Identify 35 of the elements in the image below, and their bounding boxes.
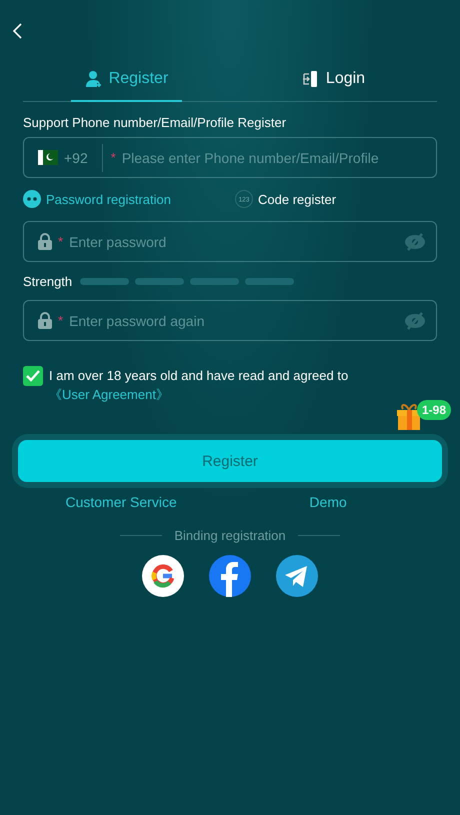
strength-segment: [80, 278, 130, 285]
user-agreement-link[interactable]: 《User Agreement》: [49, 387, 169, 402]
bonus-badge: 1-98: [416, 400, 451, 420]
phone-field[interactable]: +92 * Please enter Phone number/Email/Profile: [23, 137, 437, 178]
strength-segment: [245, 278, 294, 285]
facebook-icon[interactable]: [209, 555, 251, 597]
strength-segment: [135, 278, 184, 285]
footer-link[interactable]: Demo: [219, 494, 437, 510]
flag-icon: [38, 150, 58, 165]
strength-label: Strength: [23, 274, 72, 289]
registration-option[interactable]: Password registration: [23, 190, 235, 208]
binding-label: Binding registration: [174, 528, 286, 543]
required-mark: *: [58, 234, 64, 249]
account-input[interactable]: Please enter Phone number/Email/Profile: [122, 150, 426, 166]
country-code[interactable]: +92: [64, 150, 88, 166]
password-input[interactable]: Enter password: [69, 234, 398, 250]
door-icon: [302, 70, 320, 88]
telegram-icon[interactable]: [276, 555, 318, 597]
user-add-icon: [84, 70, 103, 88]
required-mark: *: [58, 313, 64, 328]
tab[interactable]: Login: [288, 62, 380, 102]
tab[interactable]: Register: [70, 62, 182, 102]
register-button[interactable]: Register: [18, 440, 442, 482]
footer-link[interactable]: Customer Service: [23, 494, 220, 510]
agree-checkbox[interactable]: [23, 366, 43, 386]
lock-icon: [38, 312, 52, 329]
form-subtitle: Support Phone number/Email/Profile Register: [23, 115, 288, 130]
password-input[interactable]: Enter password again: [69, 312, 398, 328]
agreement-text: I am over 18 years old and have read and agreed to 《User Agreement》: [49, 367, 350, 404]
lock-icon: [38, 233, 52, 250]
required-mark: *: [110, 150, 116, 165]
dots-icon: [23, 190, 41, 208]
gift-icon: [394, 401, 423, 431]
google-icon[interactable]: [142, 555, 184, 597]
strength-segment: [190, 278, 240, 285]
